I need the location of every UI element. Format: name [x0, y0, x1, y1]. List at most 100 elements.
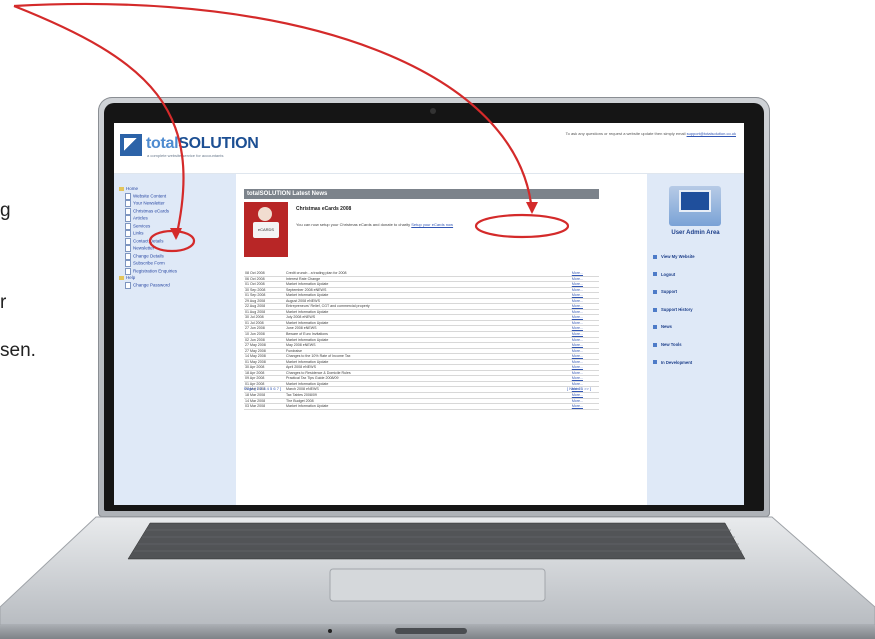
tree-item[interactable]: Home [119, 186, 177, 193]
contact-text: To ask any questions or request a websit… [565, 131, 686, 136]
monitor-icon [679, 190, 711, 212]
santa-head [258, 207, 272, 221]
news-title: August 2008 eNEWS [286, 298, 320, 303]
camera-icon [430, 108, 436, 114]
news-title: Interest Rate Change [286, 276, 321, 281]
page-icon [125, 230, 131, 238]
news-more-link[interactable]: More... [572, 399, 583, 404]
menu-item-new-tools[interactable]: New Tools [653, 342, 695, 360]
news-more-link[interactable]: More... [572, 277, 583, 282]
admin-area-title: User Admin Area [671, 230, 720, 236]
news-more-link[interactable]: More... [572, 349, 583, 354]
news-more-link[interactable]: More... [572, 288, 583, 293]
news-more-link[interactable]: More... [572, 354, 583, 359]
menu-item-support-history[interactable]: Support History [653, 307, 695, 325]
news-title: July 2008 eNEWS [286, 315, 316, 320]
page-icon [125, 252, 131, 260]
page-icon [125, 207, 131, 215]
news-title: Market information Update [286, 282, 329, 287]
tree-item[interactable]: Your Newsletter [119, 200, 177, 208]
tree-item[interactable]: Newsletter [119, 245, 177, 253]
news-more-link[interactable]: More... [572, 393, 583, 398]
page-links[interactable]: Page [ 1 2 3 4 5 6 7 ] [244, 386, 281, 391]
tree-item[interactable]: Change Details [119, 252, 177, 260]
news-header: totalSOLUTION Latest News [244, 189, 599, 199]
news-date: 01 May 2008 [245, 359, 266, 364]
news-date: 27 May 2008 [245, 343, 266, 348]
menu-item-logout[interactable]: Logout [653, 272, 695, 290]
tree-item[interactable]: Change Password [119, 281, 177, 289]
news-date: 14 May 2008 [245, 354, 266, 359]
logo-main-text: total [146, 135, 179, 152]
news-more-link[interactable]: More... [572, 360, 583, 365]
tree-item-label: Christmas eCards [133, 208, 170, 214]
news-date: 01 Aug 2008 [245, 309, 266, 314]
news-title: Practical Tax Tips Guide 2008/09 [286, 376, 339, 381]
next-page-link[interactable]: [ Next 25 >> ] [567, 386, 591, 391]
folder-icon [119, 275, 124, 280]
ecard-description: You can now setup your Christmas eCards … [296, 222, 453, 227]
ecard-setup-link[interactable]: Setup your eCards now [411, 222, 453, 227]
news-title: Fundraise [286, 348, 302, 353]
tree-item-label: Articles [133, 215, 148, 221]
tree-item[interactable]: Help [119, 275, 177, 282]
news-more-link[interactable]: More... [572, 310, 583, 315]
news-more-link[interactable]: More... [572, 304, 583, 309]
news-title: May 2008 eNEWS [286, 343, 316, 348]
site-logo[interactable]: totalSOLUTION [146, 135, 259, 153]
news-more-link[interactable]: More... [572, 332, 583, 337]
news-more-link[interactable]: More... [572, 321, 583, 326]
news-more-link[interactable]: More... [572, 365, 583, 370]
news-more-link[interactable]: More... [572, 371, 583, 376]
news-title: Credit crunch - a trading plan for 2008 [286, 271, 347, 275]
menu-item-view-website[interactable]: View My Website [653, 254, 695, 272]
news-more-link[interactable]: More... [572, 299, 583, 304]
news-more-link[interactable]: More... [572, 376, 583, 381]
tree-item[interactable]: Registration Enquiries [119, 267, 177, 275]
news-more-link[interactable]: More... [572, 293, 583, 298]
menu-item-in-development[interactable]: In Development [653, 360, 695, 378]
page-icon [125, 281, 131, 289]
news-date: 14 Mar 2008 [245, 398, 266, 403]
contact-email-link[interactable]: support@totalsolution.co.uk [687, 131, 736, 136]
ecard-title: Christmas eCards 2008 [296, 206, 352, 212]
sidebar-tree: Home Website Content Your Newsletter Chr… [119, 186, 177, 289]
page-icon [125, 192, 131, 200]
menu-item-news[interactable]: News [653, 324, 695, 342]
tree-item-label: Help [126, 275, 136, 281]
news-title: Market information Update [286, 309, 329, 314]
news-title: Changes to Residence & Domicile Rules [286, 370, 351, 375]
tree-item-label: Home [126, 186, 139, 191]
tree-item[interactable]: Subscribe Form [119, 260, 177, 268]
bullet-icon [653, 360, 657, 365]
tree-item[interactable]: Services [119, 222, 177, 230]
news-more-link[interactable]: More... [572, 338, 583, 343]
page-icon [125, 237, 131, 245]
news-more-link[interactable]: More... [572, 404, 583, 409]
news-date: 03 Mar 2008 [245, 404, 266, 409]
news-title: Changes to the 10% Rate of Income Tax [286, 354, 351, 359]
left-text-fragment-1: g [0, 200, 11, 221]
tree-item[interactable]: Contact Details [119, 237, 177, 245]
news-title: Entrepreneurs' Relief, CGT and commercia… [286, 304, 370, 309]
bullet-icon [653, 307, 657, 312]
bullet-icon [653, 325, 657, 330]
menu-label: New Tools [661, 341, 682, 347]
news-more-link[interactable]: More... [572, 271, 583, 276]
left-sidebar: Home Website Content Your Newsletter Chr… [114, 174, 236, 505]
news-more-link[interactable]: More... [572, 282, 583, 287]
tree-item[interactable]: Articles [119, 215, 177, 223]
tree-item-label: Your Newsletter [133, 200, 165, 206]
news-more-link[interactable]: More... [572, 315, 583, 320]
tree-item[interactable]: Website Content [119, 192, 177, 200]
tree-item[interactable]: Links [119, 230, 177, 238]
ecard-desc-text: You can now setup your Christmas eCards … [296, 222, 411, 227]
news-date: 01 Oct 2008 [245, 282, 265, 287]
menu-item-support[interactable]: Support [653, 289, 695, 307]
news-more-link[interactable]: More... [572, 343, 583, 348]
tree-item-christmas-ecards[interactable]: Christmas eCards [119, 207, 177, 215]
page-icon [125, 260, 131, 268]
page-icon [125, 200, 131, 208]
news-more-link[interactable]: More... [572, 326, 583, 331]
laptop-base [0, 515, 875, 639]
